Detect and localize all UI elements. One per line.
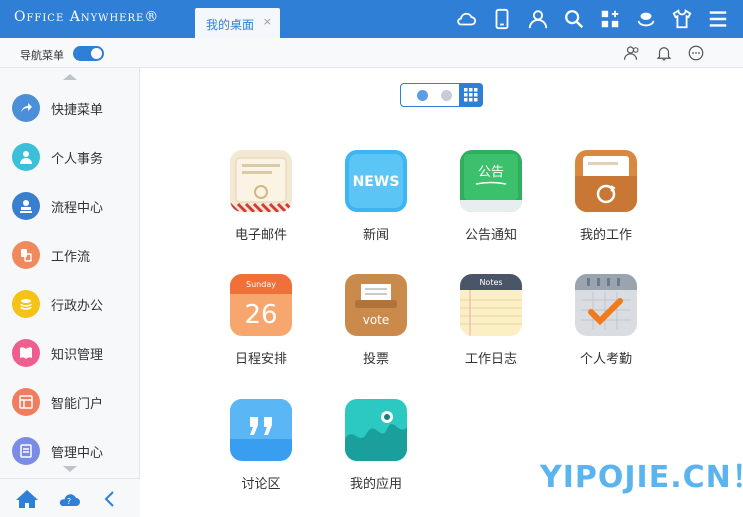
sidebar-item-label: 管理中心 xyxy=(51,445,104,461)
sidebar-item-label: 个人事务 xyxy=(51,151,104,167)
sidebar-item-label: 行政办公 xyxy=(51,298,104,314)
app-notice[interactable]: 公告 公告通知 xyxy=(441,150,541,250)
sidebar-item-label: 智能门户 xyxy=(51,396,104,412)
app-discussion[interactable]: 讨论区 xyxy=(211,399,311,499)
desktop-pager xyxy=(400,83,483,107)
sidebar-item-admin-office[interactable]: 行政办公 xyxy=(0,282,140,326)
app-label: 日程安排 xyxy=(234,352,287,367)
vote-icon-text: vote xyxy=(363,313,390,327)
sidebar-item-workflow[interactable]: 工作流 xyxy=(0,233,140,277)
app-label: 讨论区 xyxy=(241,477,281,492)
discussion-app-icon xyxy=(230,399,292,461)
app-calendar[interactable]: Sunday 26 日程安排 xyxy=(211,274,311,374)
top-bar: Office Anywhere® 我的桌面 × xyxy=(0,0,743,38)
sub-bar: 导航菜单 xyxy=(0,38,743,68)
app-work-log[interactable]: Notes 工作日志 xyxy=(441,274,541,374)
bell-icon[interactable] xyxy=(655,44,673,62)
nav-menu-label: 导航菜单 xyxy=(20,49,64,62)
sidebar-item-knowledge[interactable]: 知识管理 xyxy=(0,331,140,375)
app-news[interactable]: NEWS 新闻 xyxy=(326,150,426,250)
stamp-icon xyxy=(12,192,40,220)
news-app-icon: NEWS xyxy=(345,150,407,212)
contacts-icon[interactable] xyxy=(623,44,641,62)
page-dot-2[interactable] xyxy=(441,90,452,101)
manage-icon xyxy=(12,437,40,465)
notice-icon-text: 公告 xyxy=(478,165,504,180)
search-icon[interactable] xyxy=(561,6,587,32)
mobile-icon[interactable] xyxy=(489,6,515,32)
tab-label: 我的桌面 xyxy=(206,18,255,32)
user-icon[interactable] xyxy=(525,6,551,32)
sub-toolbar xyxy=(623,44,705,62)
home-icon[interactable] xyxy=(15,489,39,509)
sidebar-item-label: 工作流 xyxy=(51,249,91,265)
calendar-icon-day: 26 xyxy=(244,300,277,330)
app-label: 投票 xyxy=(362,352,389,367)
sidebar: 快捷菜单 个人事务 流程中心 工作流 行政办公 知识管理 智能门户 管理中心 ? xyxy=(0,68,140,517)
app-email[interactable]: 电子邮件 xyxy=(211,150,311,250)
book-icon xyxy=(12,339,40,367)
portal-icon xyxy=(12,388,40,416)
sidebar-scroll-down-icon[interactable] xyxy=(63,466,77,472)
app-my-work[interactable]: 我的工作 xyxy=(556,150,656,250)
svg-text:?: ? xyxy=(67,497,71,506)
my-apps-app-icon xyxy=(345,399,407,461)
notes-icon-text: Notes xyxy=(479,278,502,287)
shirt-icon[interactable] xyxy=(669,6,695,32)
menu-icon[interactable] xyxy=(705,6,731,32)
sidebar-item-quick-menu[interactable]: 快捷菜单 xyxy=(0,86,140,130)
app-label: 个人考勤 xyxy=(579,352,632,367)
apps-add-icon[interactable] xyxy=(597,6,623,32)
app-label: 新闻 xyxy=(362,228,389,243)
tab-close-icon[interactable]: × xyxy=(263,15,272,28)
sidebar-item-personal-affairs[interactable]: 个人事务 xyxy=(0,135,140,179)
email-app-icon xyxy=(230,150,292,212)
coins-icon xyxy=(12,290,40,318)
app-vote[interactable]: vote 投票 xyxy=(326,274,426,374)
notes-app-icon: Notes xyxy=(460,274,522,336)
app-attendance[interactable]: 个人考勤 xyxy=(556,274,656,374)
page-dot-1[interactable] xyxy=(417,90,428,101)
attendance-app-icon xyxy=(575,274,637,336)
sidebar-item-label: 流程中心 xyxy=(51,200,104,216)
app-label: 公告通知 xyxy=(464,228,517,243)
tab-my-desktop[interactable]: 我的桌面 × xyxy=(195,8,280,38)
sidebar-item-smart-portal[interactable]: 智能门户 xyxy=(0,380,140,424)
collapse-icon[interactable] xyxy=(99,489,123,509)
watermark: YIPOJIE.CN！ xyxy=(540,460,743,495)
notice-app-icon: 公告 xyxy=(460,150,522,212)
skin-icon[interactable] xyxy=(633,6,659,32)
app-label: 电子邮件 xyxy=(234,228,287,243)
app-my-apps[interactable]: 我的应用 xyxy=(326,399,426,499)
vote-app-icon: vote xyxy=(345,274,407,336)
cloud-help-icon[interactable]: ? xyxy=(57,489,81,509)
app-logo: Office Anywhere® xyxy=(14,9,160,25)
chat-icon[interactable] xyxy=(687,44,705,62)
app-label: 我的应用 xyxy=(349,477,402,492)
calendar-app-icon: Sunday 26 xyxy=(230,274,292,336)
sidebar-item-label: 快捷菜单 xyxy=(51,102,104,118)
cloud-icon[interactable] xyxy=(453,6,479,32)
news-icon-text: NEWS xyxy=(353,174,400,190)
app-label: 我的工作 xyxy=(579,228,632,243)
grid-view-icon[interactable] xyxy=(459,83,483,107)
nav-menu-toggle[interactable] xyxy=(73,46,104,61)
calendar-icon-weekday: Sunday xyxy=(246,280,276,289)
workflow-icon xyxy=(12,241,40,269)
sidebar-scroll-up-icon[interactable] xyxy=(63,74,77,80)
sidebar-item-label: 知识管理 xyxy=(51,347,104,363)
top-toolbar xyxy=(453,6,731,32)
sidebar-footer: ? xyxy=(0,478,140,517)
share-icon xyxy=(12,94,40,122)
app-label: 工作日志 xyxy=(464,352,517,367)
sidebar-item-process-center[interactable]: 流程中心 xyxy=(0,184,140,228)
person-icon xyxy=(12,143,40,171)
my-work-app-icon xyxy=(575,150,637,212)
